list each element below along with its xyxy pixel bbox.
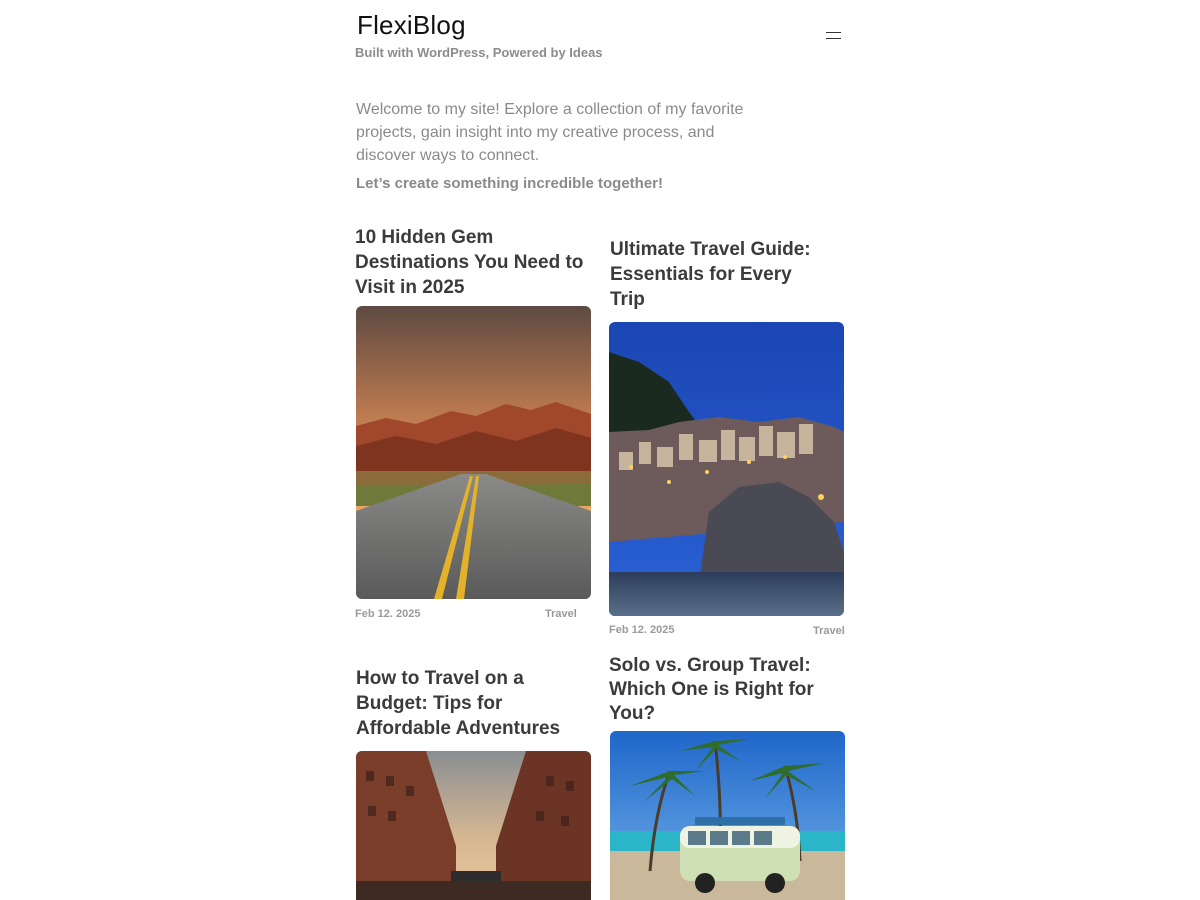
post-date-1: Feb 12. 2025 xyxy=(355,608,421,620)
post-title-4[interactable]: Solo vs. Group Travel: Which One is Righ… xyxy=(609,654,839,726)
post-image-4[interactable] xyxy=(610,731,845,900)
post-title-3[interactable]: How to Travel on a Budget: Tips for Affo… xyxy=(356,666,586,741)
post-category-2[interactable]: Travel xyxy=(813,625,845,637)
intro-cta: Let’s create something incredible togeth… xyxy=(356,175,664,192)
site-title[interactable]: FlexiBlog xyxy=(357,10,466,41)
post-image-1[interactable] xyxy=(356,306,591,599)
hamburger-menu-icon[interactable] xyxy=(822,26,846,44)
post-image-2[interactable] xyxy=(609,322,844,616)
post-title-1[interactable]: 10 Hidden Gem Destinations You Need to V… xyxy=(355,225,595,300)
post-category-1[interactable]: Travel xyxy=(545,608,577,620)
intro-text: Welcome to my site! Explore a collection… xyxy=(356,101,744,164)
site-tagline: Built with WordPress, Powered by Ideas xyxy=(355,45,603,60)
post-title-2[interactable]: Ultimate Travel Guide: Essentials for Ev… xyxy=(610,237,830,312)
post-image-3[interactable] xyxy=(356,751,591,900)
post-date-2: Feb 12. 2025 xyxy=(609,624,675,636)
